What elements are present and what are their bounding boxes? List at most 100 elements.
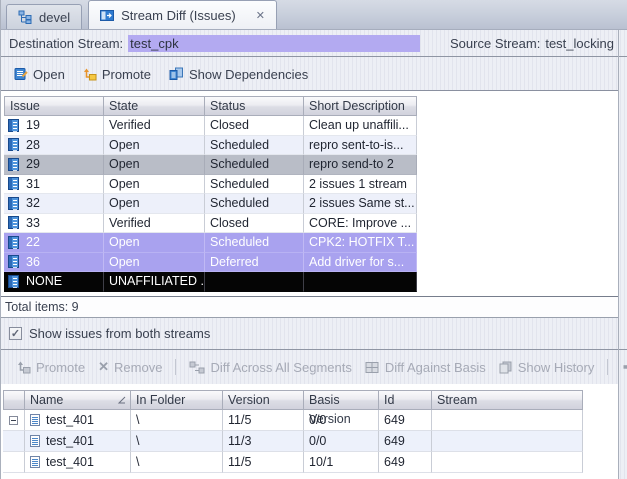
status-cell: Scheduled <box>205 175 304 195</box>
issue-row-22-selected[interactable]: 22 Open Scheduled CPK2: HOTFIX T... <box>4 233 417 253</box>
column-header-in-folder[interactable]: In Folder <box>131 390 223 410</box>
issue-row-19[interactable]: 19 Verified Closed Clean up unaffili... <box>4 116 417 136</box>
status-cell: Scheduled <box>205 155 304 175</box>
issue-row-32[interactable]: 32 Open Scheduled 2 issues Same st... <box>4 194 417 214</box>
show-dependencies-button[interactable]: Show Dependencies <box>169 67 308 82</box>
status-cell <box>205 272 304 292</box>
stream-cell <box>432 410 583 431</box>
promote-files-label: Promote <box>36 360 85 375</box>
column-header-expand <box>3 390 25 410</box>
issue-id: NONE <box>26 272 62 291</box>
status-cell: Scheduled <box>205 136 304 156</box>
tab-devel-label: devel <box>39 10 70 25</box>
tab-bar: devel Stream Diff (Issues) ✕ <box>1 0 627 30</box>
promote-button[interactable]: Promote <box>83 67 151 82</box>
tab-stream-diff-label: Stream Diff (Issues) <box>121 8 236 23</box>
stream-info-bar: Destination Stream: test_cpk Source Stre… <box>1 30 627 57</box>
issue-row-none[interactable]: NONE UNAFFILIATED ... <box>4 272 417 292</box>
promote-files-button[interactable]: Promote <box>17 360 85 375</box>
issue-id: 33 <box>26 214 40 233</box>
issue-row-31[interactable]: 31 Open Scheduled 2 issues 1 stream <box>4 175 417 195</box>
close-icon[interactable]: ✕ <box>256 9 265 22</box>
promote-icon <box>83 68 97 81</box>
file-row-1[interactable]: test_401 \ 11/5 0/0 649 <box>3 410 583 431</box>
issue-icon <box>8 216 19 229</box>
column-header-stream[interactable]: Stream <box>432 390 583 410</box>
state-cell: Verified <box>104 214 205 234</box>
column-header-state[interactable]: State <box>104 96 205 116</box>
remove-button[interactable]: ✕ Remove <box>98 359 162 375</box>
column-header-issue[interactable]: Issue <box>4 96 104 116</box>
diff-across-all-segments-button[interactable]: Diff Across All Segments <box>189 360 351 375</box>
tab-stream-diff-issues[interactable]: Stream Diff (Issues) ✕ <box>88 0 277 29</box>
description-cell <box>304 272 417 292</box>
show-history-button[interactable]: Show History <box>499 360 595 375</box>
collapse-icon[interactable] <box>9 416 18 425</box>
file-name: test_401 <box>46 410 94 430</box>
show-both-streams-label: Show issues from both streams <box>29 326 210 341</box>
files-table-header: Name In Folder Version Basis Version Id … <box>3 390 583 410</box>
issue-row-28[interactable]: 28 Open Scheduled repro sent-to-is... <box>4 136 417 156</box>
show-dependencies-icon <box>169 67 184 81</box>
issues-table: Issue State Status Short Description 19 … <box>1 90 618 296</box>
description-cell: Add driver for s... <box>304 253 417 273</box>
basis-version-cell: 0/0 <box>304 410 379 431</box>
file-icon <box>30 456 40 468</box>
tab-devel[interactable]: devel <box>6 4 82 29</box>
issue-id: 36 <box>26 253 40 272</box>
id-cell: 649 <box>379 410 432 431</box>
column-header-id[interactable]: Id <box>379 390 432 410</box>
open-button[interactable]: Open <box>14 67 65 82</box>
show-history-label: Show History <box>518 360 595 375</box>
column-header-version[interactable]: Version <box>223 390 304 410</box>
status-bar: Total items: 9 <box>1 296 618 318</box>
stream-tree-icon <box>18 10 33 24</box>
stream-diff-icon <box>100 9 115 22</box>
column-header-basis-version[interactable]: Basis Version <box>304 390 379 410</box>
source-stream-label: Source Stream: <box>450 36 540 51</box>
version-cell: 11/5 <box>223 410 304 431</box>
files-toolbar: Promote ✕ Remove Diff Across All Segment… <box>1 349 627 384</box>
issue-icon <box>8 158 19 171</box>
description-cell: 2 issues Same st... <box>304 194 417 214</box>
stream-cell <box>432 452 583 473</box>
column-header-name[interactable]: Name <box>25 390 131 410</box>
description-cell: CORE: Improve ... <box>304 214 417 234</box>
basis-version-cell: 0/0 <box>304 431 379 452</box>
files-table: Name In Folder Version Basis Version Id … <box>1 384 618 479</box>
issue-icon <box>8 275 19 288</box>
state-cell: Open <box>104 233 205 253</box>
diff-against-basis-label: Diff Against Basis <box>385 360 486 375</box>
description-cell: Clean up unaffili... <box>304 116 417 136</box>
description-cell: repro sent-to-is... <box>304 136 417 156</box>
description-cell: 2 issues 1 stream <box>304 175 417 195</box>
status-cell: Closed <box>205 116 304 136</box>
show-both-streams-checkbox[interactable]: ✓ <box>9 327 22 340</box>
file-icon <box>30 414 40 426</box>
browse-versions-button[interactable]: Brow <box>621 360 627 375</box>
issue-id: 32 <box>26 194 40 213</box>
open-icon <box>14 67 28 81</box>
sort-ascending-icon <box>117 396 126 404</box>
state-cell: Open <box>104 194 205 214</box>
remove-label: Remove <box>114 360 162 375</box>
diff-across-label: Diff Across All Segments <box>210 360 351 375</box>
in-folder-cell: \ <box>131 410 223 431</box>
issue-row-33[interactable]: 33 Verified Closed CORE: Improve ... <box>4 214 417 234</box>
column-header-status[interactable]: Status <box>205 96 304 116</box>
issue-id: 19 <box>26 116 40 135</box>
destination-stream-value[interactable]: test_cpk <box>128 35 420 52</box>
file-row-3[interactable]: test_401 \ 11/5 10/1 649 <box>3 452 583 473</box>
file-row-2[interactable]: test_401 \ 11/3 0/0 649 <box>3 431 583 452</box>
name-header-label: Name <box>30 391 63 410</box>
issue-id: 28 <box>26 136 40 155</box>
diff-across-icon <box>189 361 205 374</box>
issue-row-36-selected[interactable]: 36 Open Deferred Add driver for s... <box>4 253 417 273</box>
issue-row-29-selected[interactable]: 29 Open Scheduled repro send-to 2 <box>4 155 417 175</box>
state-cell: Verified <box>104 116 205 136</box>
issue-id: 29 <box>26 155 40 174</box>
state-cell: Open <box>104 253 205 273</box>
file-icon <box>30 435 40 447</box>
diff-against-basis-button[interactable]: Diff Against Basis <box>365 360 486 375</box>
column-header-short-description[interactable]: Short Description <box>304 96 417 116</box>
